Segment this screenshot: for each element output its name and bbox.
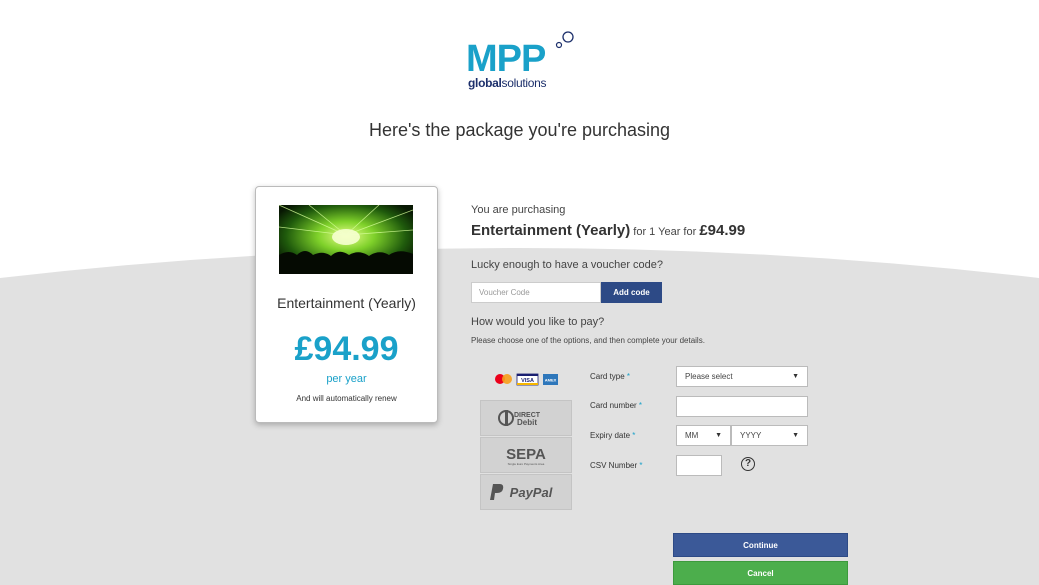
payment-method-sepa[interactable]: SEPA Single Euro Payments Area	[480, 437, 572, 473]
page-title: Here's the package you're purchasing	[368, 120, 671, 140]
svg-text:SEPA: SEPA	[506, 446, 546, 463]
payment-method-cards[interactable]: VISA AMEX	[480, 364, 572, 400]
voucher-code-input[interactable]	[471, 282, 601, 303]
package-name: Entertainment (Yearly)	[277, 295, 416, 311]
logo-tagline: globalsolutions	[468, 76, 547, 90]
amex-icon: AMEX	[543, 374, 558, 385]
logo-text: MPP	[466, 38, 546, 80]
mpp-logo: MPP globalsolutions	[466, 30, 576, 92]
purchase-summary: Entertainment (Yearly) for 1 Year for £9…	[471, 222, 745, 239]
direct-debit-icon: DIRECT Debit	[498, 410, 541, 427]
csv-number-label: CSV Number *	[590, 461, 643, 470]
svg-text:AMEX: AMEX	[545, 378, 557, 383]
package-card: Entertainment (Yearly) £94.99 per year A…	[255, 186, 438, 423]
expiry-month-select[interactable]: MM ▼	[676, 425, 731, 446]
voucher-question: Lucky enough to have a voucher code?	[471, 259, 664, 271]
continue-button[interactable]: Continue	[673, 533, 848, 557]
payment-question: How would you like to pay?	[471, 316, 605, 328]
mastercard-icon	[495, 374, 512, 384]
payment-method-paypal[interactable]: PayPal	[480, 474, 572, 510]
concert-image	[279, 205, 413, 274]
purchase-label: You are purchasing	[471, 204, 566, 216]
svg-text:VISA: VISA	[521, 378, 534, 384]
payment-method-direct-debit[interactable]: DIRECT Debit	[480, 400, 572, 436]
renewal-note: And will automatically renew	[296, 394, 397, 403]
add-code-button[interactable]: Add code	[601, 282, 662, 303]
chevron-down-icon: ▼	[792, 432, 799, 439]
card-type-label: Card type *	[590, 372, 631, 381]
payment-instructions: Please choose one of the options, and th…	[471, 336, 705, 345]
chevron-down-icon: ▼	[715, 432, 722, 439]
svg-text:Single Euro Payments Area: Single Euro Payments Area	[508, 462, 545, 466]
sepa-icon: SEPA Single Euro Payments Area	[506, 446, 546, 466]
svg-text:PayPal: PayPal	[510, 485, 553, 500]
chevron-down-icon: ▼	[792, 373, 799, 380]
csv-number-input[interactable]	[676, 455, 722, 476]
summary-package-name: Entertainment (Yearly)	[471, 222, 631, 239]
summary-duration: for 1 Year for	[630, 226, 700, 238]
visa-icon: VISA	[516, 373, 539, 386]
package-period: per year	[326, 373, 367, 385]
paypal-icon: PayPal	[490, 484, 553, 500]
cancel-button[interactable]: Cancel	[673, 561, 848, 585]
svg-text:Debit: Debit	[517, 418, 537, 427]
expiry-year-select[interactable]: YYYY ▼	[731, 425, 808, 446]
card-type-select[interactable]: Please select ▼	[676, 366, 808, 387]
summary-price: £94.99	[699, 222, 746, 239]
package-price: £94.99	[294, 330, 399, 368]
card-number-label: Card number *	[590, 401, 643, 410]
bubbles-icon	[555, 31, 574, 49]
help-icon[interactable]: ?	[741, 457, 755, 471]
card-number-input[interactable]	[676, 396, 808, 417]
expiry-date-label: Expiry date *	[590, 431, 636, 440]
